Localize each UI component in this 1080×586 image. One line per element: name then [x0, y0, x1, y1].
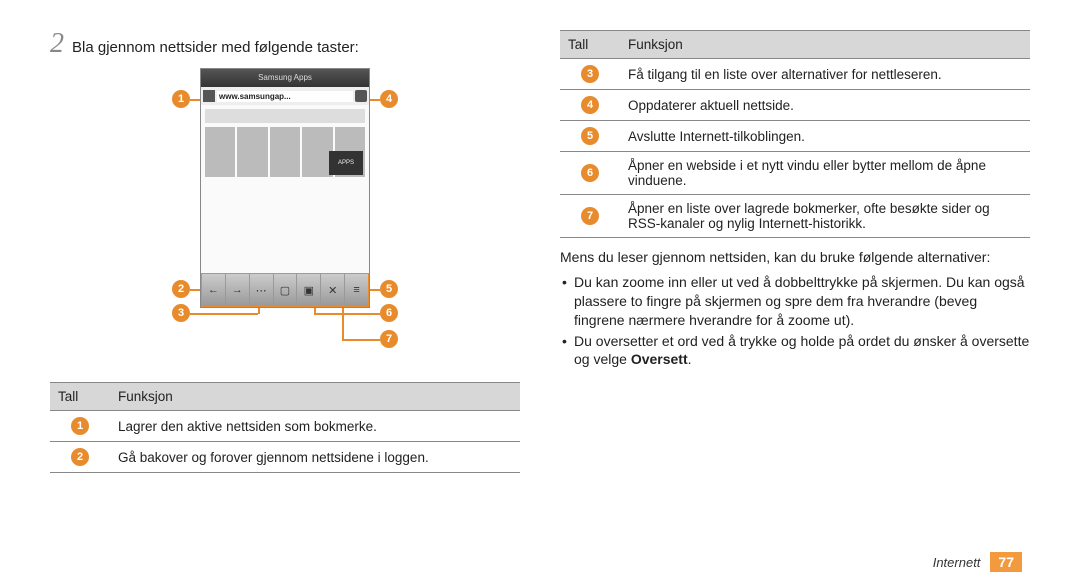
bullet2-bold: Oversett	[631, 351, 688, 367]
row-num: 5	[581, 127, 599, 145]
callout-7: 7	[380, 330, 398, 348]
menu-icon: ⋯	[250, 274, 274, 306]
bullet2-suffix: .	[688, 351, 692, 367]
step-text: Bla gjennom nettsider med følgende taste…	[72, 35, 359, 56]
callout-2: 2	[172, 280, 190, 298]
lead-line	[370, 99, 380, 101]
callout-4: 4	[380, 90, 398, 108]
lead-line	[342, 308, 344, 340]
row-text: Gå bakover og forover gjennom nettsidene…	[110, 442, 520, 473]
table-row: 5 Avslutte Internett-tilkoblingen.	[560, 121, 1030, 152]
row-text: Oppdaterer aktuell nettside.	[620, 90, 1030, 121]
row-num: 7	[581, 207, 599, 225]
row-text: Lagrer den aktive nettsiden som bokmerke…	[110, 411, 520, 442]
th-num: Tall	[560, 31, 620, 59]
row-num: 1	[71, 417, 89, 435]
row-text: Åpner en webside i et nytt vindu eller b…	[620, 152, 1030, 195]
url-text: www.samsungap...	[217, 91, 353, 102]
lead-line	[190, 289, 200, 291]
footer-section: Internett	[933, 555, 981, 570]
footer-page-number: 77	[990, 552, 1022, 572]
table-row: 7 Åpner en liste over lagrede bokmerker,…	[560, 195, 1030, 238]
table-row: 3 Få tilgang til en liste over alternati…	[560, 59, 1030, 90]
step-heading: 2 Bla gjennom nettsider med følgende tas…	[50, 30, 520, 58]
reload-icon	[355, 90, 367, 102]
lead-line	[190, 99, 200, 101]
page-content: APPS	[201, 105, 369, 273]
table-row: 1 Lagrer den aktive nettsiden som bokmer…	[50, 411, 520, 442]
row-num: 2	[71, 448, 89, 466]
row-num: 3	[581, 65, 599, 83]
new-window-icon: ▢	[274, 274, 298, 306]
th-func: Funksjon	[620, 31, 1030, 59]
lead-line	[258, 308, 260, 314]
callout-1: 1	[172, 90, 190, 108]
lead-line	[370, 289, 380, 291]
table-row: 6 Åpner en webside i et nytt vindu eller…	[560, 152, 1030, 195]
windows-icon: ▣	[297, 274, 321, 306]
list-item: Du oversetter et ord ved å trykke og hol…	[560, 332, 1030, 370]
phone-illustration: 1 2 3 4 5 6 7 Samsung Apps www	[150, 68, 420, 368]
close-icon: ✕	[321, 274, 345, 306]
forward-icon: →	[226, 274, 250, 306]
back-icon: ←	[202, 274, 226, 306]
row-text: Åpner en liste over lagrede bokmerker, o…	[620, 195, 1030, 238]
function-table-1: Tall Funksjon 1 Lagrer den aktive nettsi…	[50, 382, 520, 473]
phone-urlbar: www.samsungap...	[201, 87, 369, 105]
callout-6: 6	[380, 304, 398, 322]
callout-3: 3	[172, 304, 190, 322]
phone-titlebar: Samsung Apps	[201, 69, 369, 87]
table-row: 4 Oppdaterer aktuell nettside.	[560, 90, 1030, 121]
row-text: Avslutte Internett-tilkoblingen.	[620, 121, 1030, 152]
phone-mock: Samsung Apps www.samsungap... APPS ← → ⋯…	[200, 68, 370, 308]
right-column: Tall Funksjon 3 Få tilgang til en liste …	[560, 30, 1030, 473]
th-func: Funksjon	[110, 383, 520, 411]
bookmark-star-icon	[203, 90, 215, 102]
lead-line	[314, 313, 380, 315]
callout-5: 5	[380, 280, 398, 298]
left-column: 2 Bla gjennom nettsider med følgende tas…	[50, 30, 520, 473]
row-text: Få tilgang til en liste over alternative…	[620, 59, 1030, 90]
lead-line	[342, 339, 380, 341]
page-footer: Internett 77	[933, 552, 1022, 572]
function-table-2: Tall Funksjon 3 Få tilgang til en liste …	[560, 30, 1030, 238]
apps-badge: APPS	[329, 151, 363, 175]
options-list: Du kan zoome inn eller ut ved å dobbeltt…	[560, 273, 1030, 369]
list-item: Du kan zoome inn eller ut ved å dobbeltt…	[560, 273, 1030, 330]
bookmarks-icon: ≡	[345, 274, 368, 306]
intro-paragraph: Mens du leser gjennom nettsiden, kan du …	[560, 248, 1030, 267]
step-number: 2	[50, 30, 64, 58]
table-row: 2 Gå bakover og forover gjennom nettside…	[50, 442, 520, 473]
phone-toolbar: ← → ⋯ ▢ ▣ ✕ ≡	[201, 273, 369, 307]
row-num: 4	[581, 96, 599, 114]
row-num: 6	[581, 164, 599, 182]
lead-line	[190, 313, 258, 315]
th-num: Tall	[50, 383, 110, 411]
